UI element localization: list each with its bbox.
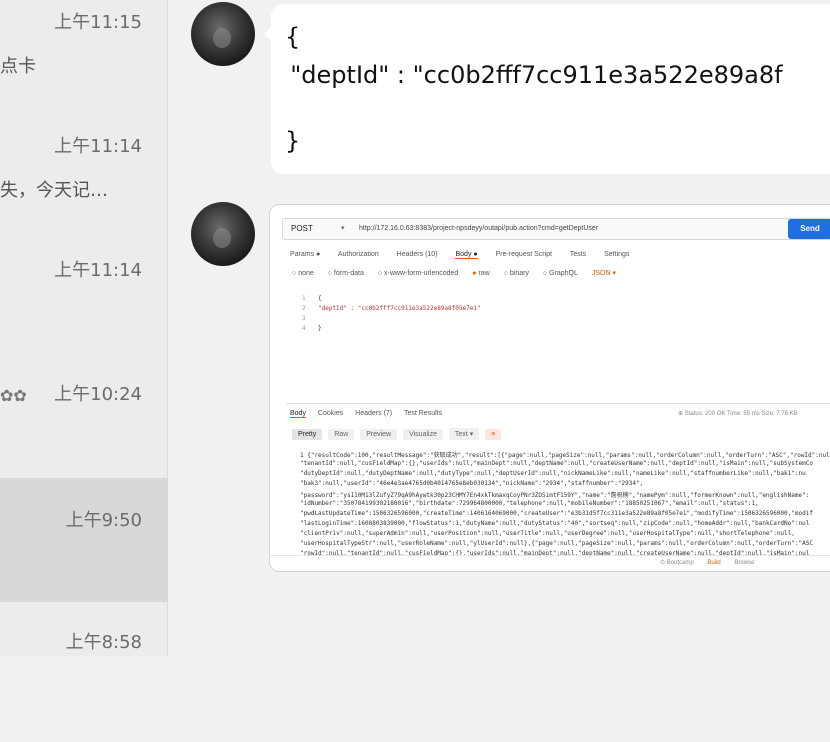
radio-raw[interactable]: ● raw — [472, 270, 489, 277]
response-line: "bak3":null,"userId":"46e4e3ae4765d0b401… — [300, 480, 644, 487]
tab-params[interactable]: Params ● — [290, 251, 320, 258]
code-line: { — [285, 23, 301, 51]
divider — [286, 403, 830, 404]
radio-form-data[interactable]: ○ form-data — [328, 270, 364, 277]
avatar[interactable] — [191, 202, 255, 266]
wrap-icon[interactable]: ≡ — [485, 429, 502, 440]
tab-settings[interactable]: Settings — [604, 251, 629, 258]
tab-response-body[interactable]: Body — [290, 410, 306, 418]
conversation-item-selected[interactable]: 上午9:50 — [0, 478, 168, 602]
response-line: 1 {"resultCode":100,"resultMessage":"获取成… — [300, 452, 830, 459]
conversation-item[interactable]: 上午11:14 — [0, 248, 168, 372]
chevron-down-icon: ▾ — [341, 224, 345, 232]
line-number: 3 — [302, 315, 306, 322]
code-line: } — [285, 127, 301, 155]
tab-cookies[interactable]: Cookies — [318, 410, 343, 417]
conversation-time: 上午10:24 — [54, 384, 142, 405]
tab-authorization[interactable]: Authorization — [338, 251, 379, 258]
response-line: "dutyDeptId":null,"dutyDeptName":null,"d… — [300, 470, 806, 477]
build-tab[interactable]: Build — [707, 560, 720, 566]
code-line: "deptId" : "cc0b2fff7cc911e3a522e89a8f — [275, 61, 783, 89]
conversation-snippet: 失，今天记… — [0, 180, 108, 201]
tab-visualize[interactable]: Visualize — [403, 429, 443, 440]
send-button[interactable]: Send — [788, 219, 830, 239]
code-message-bubble[interactable]: { "deptId" : "cc0b2fff7cc911e3a522e89a8f… — [264, 4, 830, 174]
divider — [270, 555, 830, 556]
postman-screenshot-image[interactable]: POST ▾ http://172.16.0.63:8383/project-n… — [269, 204, 830, 572]
response-tabs: Body Cookies Headers (7) Test Results — [290, 410, 452, 418]
globe-icon: ⊕ — [678, 411, 684, 417]
response-line: "password":"ys110M13lZufyZ79qA9hAywtk30p… — [300, 492, 810, 499]
browse-tab[interactable]: Browse — [734, 560, 754, 566]
text-format-select[interactable]: Text ▾ — [448, 428, 480, 440]
avatar[interactable] — [191, 2, 255, 66]
response-line: "lastLoginTime":1608803839000,"flowStatu… — [300, 520, 810, 527]
chat-panel: { "deptId" : "cc0b2fff7cc911e3a522e89a8f… — [169, 0, 830, 656]
conversation-snippet: 点卡 — [0, 56, 36, 77]
conversation-list: 上午11:15 点卡 上午11:14 失，今天记… 上午11:14 ✿✿ 上午1… — [0, 0, 168, 656]
tab-tests[interactable]: Tests — [570, 251, 586, 258]
response-line: "tenantId":null,"cusFieldMap":{},"userId… — [300, 460, 813, 467]
request-body-editor[interactable]: 1 { 2 "deptId" : "cc0b2fff7cc911e3a522e8… — [288, 287, 830, 397]
conversation-item[interactable]: 上午8:58 — [0, 618, 168, 742]
tab-response-headers[interactable]: Headers (7) — [355, 410, 392, 417]
conversation-time: 上午11:15 — [54, 12, 142, 33]
conversation-time: 上午11:14 — [54, 260, 142, 281]
editor-line: "deptId" : "cc0b2fff7cc911e3a522e89a8f05… — [318, 305, 481, 312]
tab-prerequest[interactable]: Pre-request Script — [496, 251, 552, 258]
tab-test-results[interactable]: Test Results — [404, 410, 442, 417]
tab-pretty[interactable]: Pretty — [292, 429, 323, 440]
conversation-item[interactable]: 上午11:15 点卡 — [0, 0, 168, 124]
response-status: ⊕ Status: 200 OK Time: 55 ms Size: 7.76 … — [678, 411, 798, 417]
conversation-time: 上午11:14 — [54, 136, 142, 157]
line-number: 4 — [302, 325, 306, 332]
response-line: "idNumber":"350784199302180016","birthda… — [300, 500, 759, 507]
line-number: 1 — [302, 295, 306, 302]
editor-line: } — [318, 325, 322, 332]
conversation-item[interactable]: 上午11:14 失，今天记… — [0, 124, 168, 248]
format-select[interactable]: JSON ▾ — [592, 270, 616, 277]
tab-headers[interactable]: Headers (10) — [397, 251, 438, 258]
radio-urlencoded[interactable]: ○ x-www-form-urlencoded — [378, 270, 458, 277]
radio-binary[interactable]: ○ binary — [504, 270, 529, 277]
response-line: "pwdLastUpdateTime":1506326596000,"creat… — [300, 510, 813, 517]
bootcamp-link[interactable]: ⊙ Bootcamp — [660, 560, 694, 566]
bottom-bar: ⊙ Bootcamp Build Browse — [660, 559, 766, 566]
tab-preview[interactable]: Preview — [360, 429, 398, 440]
request-tabs: Params ● Authorization Headers (10) Body… — [290, 251, 645, 259]
radio-graphql[interactable]: ○ GraphQL — [543, 270, 578, 277]
tab-raw[interactable]: Raw — [328, 429, 355, 440]
radio-none[interactable]: ○ none — [292, 270, 314, 277]
response-line: "userHospitalTypeStr":null,"userRoleName… — [300, 540, 813, 547]
url-bar[interactable]: POST ▾ http://172.16.0.63:8383/project-n… — [282, 218, 830, 240]
url-text[interactable]: http://172.16.0.63:8383/project-npsdeyy/… — [359, 225, 598, 232]
response-line: "clientPriv":null,"superAdmin":null,"use… — [300, 530, 795, 537]
tab-body[interactable]: Body ● — [455, 251, 478, 259]
editor-line: { — [318, 295, 322, 302]
conversation-time: 上午8:58 — [65, 632, 142, 653]
emoji-icon: ✿✿ — [0, 386, 27, 405]
line-number: 2 — [302, 305, 306, 312]
method-select[interactable]: POST — [291, 224, 313, 233]
body-type-radios: ○ none ○ form-data ○ x-www-form-urlencod… — [292, 269, 628, 277]
conversation-time: 上午9:50 — [65, 510, 142, 531]
format-tabs: Pretty Raw Preview Visualize Text ▾ ≡ — [292, 428, 505, 440]
